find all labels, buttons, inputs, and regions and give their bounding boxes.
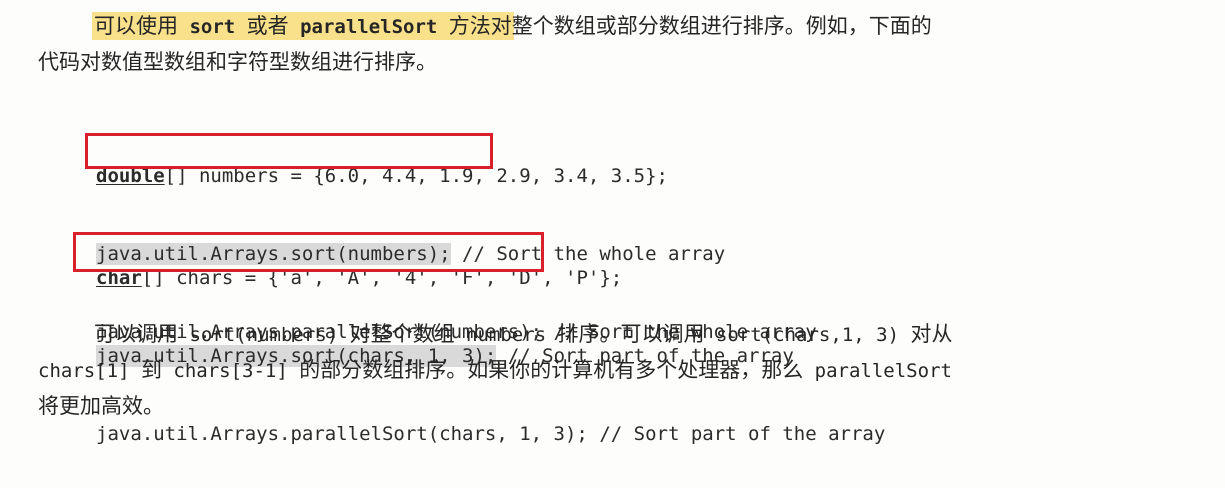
text-span: 可以调用 bbox=[94, 322, 178, 346]
code-line-decl-chars: char[] chars = {'a', 'A', '4', 'F', 'D',… bbox=[96, 265, 885, 291]
text-span: 排序。可以调用 bbox=[557, 322, 705, 346]
intro-paragraph: 可以使用 sort 或者 parallelSort 方法对整个数组或部分数组进行… bbox=[38, 8, 1188, 80]
inline-code-sort: sort bbox=[178, 16, 247, 38]
inline-code: parallelSort bbox=[803, 360, 952, 382]
text-span: 对整个数组 bbox=[349, 322, 455, 346]
text-span: 可以使用 bbox=[94, 14, 178, 38]
explanation-line-1: 可以调用 sort(numbers) 对整个数组 numbers 排序。可以调用… bbox=[38, 316, 1188, 352]
code-text: [] numbers = {6.0, 4.4, 1.9, 2.9, 3.4, 3… bbox=[164, 165, 668, 187]
text-span: 对从 bbox=[910, 322, 953, 346]
code-line-parallel-chars: java.util.Arrays.parallelSort(chars, 1, … bbox=[96, 423, 886, 445]
explanation-paragraph: 可以调用 sort(numbers) 对整个数组 numbers 排序。可以调用… bbox=[38, 316, 1188, 424]
keyword-double: double bbox=[96, 165, 165, 187]
intro-line-1: 可以使用 sort 或者 parallelSort 方法对整个数组或部分数组进行… bbox=[38, 8, 1188, 44]
explanation-line-3: 将更加高效。 bbox=[38, 394, 164, 418]
inline-code: numbers bbox=[454, 324, 558, 346]
explanation-line-2: chars[1] 到 chars[3-1] 的部分数组排序。如果你的计算机有多个… bbox=[38, 352, 1188, 388]
inline-code-parallelsort: parallelSort bbox=[288, 16, 449, 38]
text-span: 方法对 bbox=[448, 14, 512, 38]
inline-code: chars[3-1] bbox=[161, 360, 300, 382]
text-span: 的部分数组排序。如果你的计算机有多个处理器，那么 bbox=[299, 358, 804, 382]
inline-code: sort(numbers) bbox=[178, 324, 350, 346]
text-span: 到 bbox=[140, 358, 162, 382]
intro-line-2: 代码对数值型数组和字符型数组进行排序。 bbox=[38, 50, 437, 74]
inline-code: sort(chars,1, 3) bbox=[704, 324, 911, 346]
keyword-char: char bbox=[96, 267, 142, 289]
code-text: [] chars = {'a', 'A', '4', 'F', 'D', 'P'… bbox=[141, 267, 623, 289]
code-line-decl-numbers: double[] numbers = {6.0, 4.4, 1.9, 2.9, … bbox=[96, 163, 817, 189]
inline-code: chars[1] bbox=[38, 360, 141, 382]
text-span: 整个数组或部分数组进行排序。例如，下面的 bbox=[511, 14, 932, 38]
text-span: 或者 bbox=[246, 14, 289, 38]
textbook-page: 可以使用 sort 或者 parallelSort 方法对整个数组或部分数组进行… bbox=[0, 0, 1225, 488]
highlighted-phrase: 可以使用 sort 或者 parallelSort 方法对 bbox=[94, 14, 512, 38]
